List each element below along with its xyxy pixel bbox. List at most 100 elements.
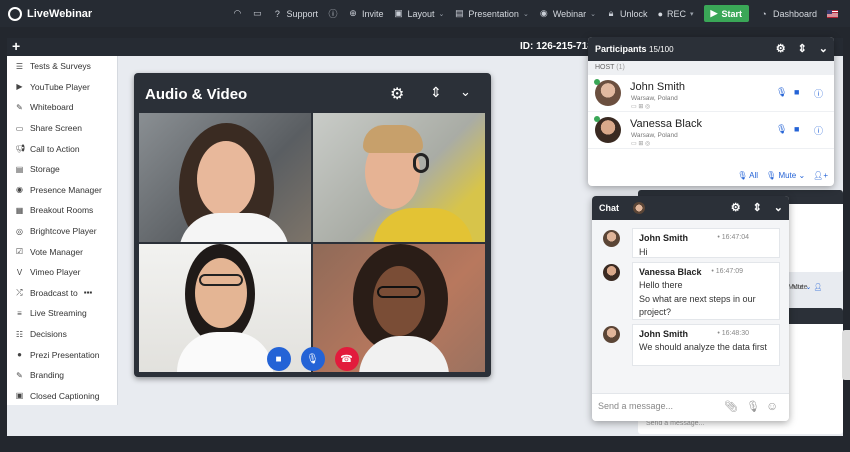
checkbox-icon: ☑	[15, 247, 24, 257]
sidebar-item-label: Whiteboard	[30, 102, 74, 113]
mute-menu[interactable]: 🎙︎ Mute ⌄	[766, 171, 805, 180]
message-bubble: John Smith • 16:47:04 Hi	[632, 228, 780, 258]
dashboard-button[interactable]: ◔ Dashboard	[759, 9, 817, 19]
sidebar-item-prezi-presentation[interactable]: ● Prezi Presentation	[7, 344, 117, 365]
sidebar-item-broadcast-to[interactable]: ⤮ Broadcast to ▪▪▪	[7, 283, 117, 304]
sidebar-item-label: Decisions	[30, 329, 67, 340]
chevron-down-icon[interactable]: ⌄	[819, 42, 828, 55]
app-logo[interactable]: LiveWebinar	[8, 6, 92, 21]
sidebar-item-decisions[interactable]: ☷ Decisions	[7, 324, 117, 345]
sidebar-item-label: Storage	[30, 164, 60, 175]
list-icon: ≡	[17, 308, 22, 318]
chevron-down-icon[interactable]: ⌄	[460, 84, 471, 100]
hang-up-button[interactable]: ☎︎	[334, 347, 359, 371]
wifi-button[interactable]: ◠	[232, 8, 242, 19]
attach-icon[interactable]: 📎︎	[724, 400, 738, 413]
video-camera-icon[interactable]: ■	[794, 87, 799, 97]
unlock-button[interactable]: 🔒︎ Unlock	[606, 8, 648, 19]
microphone-icon[interactable]: 🎙︎	[776, 87, 787, 98]
grid-icon: ▦	[15, 205, 24, 215]
sidebar-item-vimeo-player[interactable]: V Vimeo Player	[7, 262, 117, 283]
layout-menu[interactable]: ▣ Layout ⌄	[393, 8, 444, 19]
brush-icon: ✎	[16, 370, 23, 380]
pin-icon[interactable]: ⇕	[753, 201, 762, 214]
eye-icon: ◉	[16, 185, 23, 195]
prezi-icon: ●	[17, 350, 22, 360]
message-bubble: Vanessa Black • 16:47:09 Hello there So …	[632, 262, 780, 320]
sidebar-item-label: Call to Action	[30, 143, 80, 154]
camera-toggle-button[interactable]: ■	[266, 347, 291, 371]
info-icon[interactable]: ⓘ	[814, 124, 823, 137]
pin-icon[interactable]: ⇕	[430, 84, 442, 101]
webinar-menu[interactable]: ◉ Webinar ⌄	[539, 8, 597, 19]
info-icon[interactable]: ⓘ	[814, 87, 823, 100]
mute-all-button[interactable]: 🎙︎ All	[737, 171, 758, 180]
sidebar-item-call-to-action[interactable]: 📢︎ Call to Action	[7, 138, 117, 159]
lock-icon: 🔒︎	[608, 8, 614, 18]
av-title: Audio & Video	[145, 86, 248, 103]
pin-icon[interactable]: ⇕	[798, 42, 807, 55]
sidebar-item-storage[interactable]: ▤ Storage	[7, 159, 117, 180]
start-button[interactable]: ▶ Start	[703, 5, 749, 22]
gear-icon[interactable]: ⚙	[776, 42, 786, 55]
sidebar-item-label: YouTube Player	[30, 81, 90, 92]
emoji-icon[interactable]: ☺	[766, 399, 778, 413]
shuffle-icon: ⤮	[16, 287, 23, 297]
webinar-icon: ◉	[539, 8, 548, 18]
participant-face	[197, 141, 255, 217]
chat-panel: Chat ⚙ ⇕ ⌄ John Smith • 16:47:04 Hi Vane…	[592, 196, 789, 421]
sidebar-item-label: Share Screen	[30, 123, 82, 134]
list-check-icon: ☰	[15, 61, 24, 71]
video-camera-icon[interactable]: ■	[794, 124, 799, 134]
sidebar-item-share-screen[interactable]: ▭ Share Screen	[7, 118, 117, 139]
sidebar-item-live-streaming[interactable]: ≡ Live Streaming	[7, 303, 117, 324]
sidebar-item-tests-surveys[interactable]: ☰ Tests & Surveys	[7, 56, 117, 77]
message-text: Hi	[639, 247, 648, 257]
sidebar-item-closed-captioning[interactable]: ▣ Closed Captioning	[7, 386, 117, 407]
sidebar-item-whiteboard[interactable]: ✎ Whiteboard	[7, 97, 117, 118]
gear-icon[interactable]: ⚙	[390, 84, 404, 104]
chevron-down-icon: ⌄	[522, 10, 529, 18]
gear-icon[interactable]: ⚙	[731, 201, 741, 214]
sidebar-item-youtube-player[interactable]: ▶ YouTube Player	[7, 77, 117, 98]
sidebar-item-label: Tests & Surveys	[30, 61, 91, 72]
presentation-menu[interactable]: ▤ Presentation ⌄	[454, 8, 529, 19]
participant-name: Vanessa Black	[630, 118, 702, 130]
chat-input-bar: 📎︎ 🎙︎ ☺	[592, 393, 789, 421]
sidebar-item-breakout-rooms[interactable]: ▦ Breakout Rooms	[7, 200, 117, 221]
participants-count: 15/100	[649, 44, 674, 54]
chevron-down-icon: ⌄	[590, 10, 597, 18]
video-tile[interactable]	[313, 113, 485, 242]
add-user-icon[interactable]: 👤︎+	[813, 171, 828, 180]
sidebar-item-label: Presence Manager	[30, 184, 102, 195]
sidebar-item-branding[interactable]: ✎ Branding	[7, 365, 117, 386]
layout-icon: ▣	[394, 8, 403, 18]
audio-video-window: Audio & Video ⚙ ⇕ ⌄ ■ 🎙︎ ☎︎	[134, 73, 491, 377]
chevron-down-icon[interactable]: ⌄	[774, 201, 783, 214]
support-button[interactable]: ? Support	[272, 9, 318, 19]
sidebar-item-vote-manager[interactable]: ☑ Vote Manager	[7, 241, 117, 262]
us-flag-icon[interactable]	[827, 9, 838, 18]
microphone-toggle-button[interactable]: 🎙︎	[300, 347, 325, 371]
participant-row[interactable]: Vanessa Black Warsaw, Poland ▭ ⊞ ◎ 🎙︎ ■ …	[588, 112, 834, 149]
sidebar-item-label: Prezi Presentation	[30, 349, 100, 360]
sidebar-item-label: Branding	[30, 370, 65, 381]
video-tile[interactable]	[139, 113, 311, 242]
rec-menu[interactable]: ● REC ▾	[658, 9, 694, 19]
message-bubble: John Smith • 16:48:30 We should analyze …	[632, 324, 780, 366]
microphone-icon[interactable]: 🎙︎	[746, 400, 760, 413]
invite-button[interactable]: ⊕ Invite	[348, 8, 383, 19]
microphone-icon: 🎙︎	[306, 353, 319, 365]
sidebar-item-presence-manager[interactable]: ◉ Presence Manager	[7, 180, 117, 201]
megaphone-icon: 📢︎	[15, 144, 26, 154]
participant-row[interactable]: John Smith Warsaw, Poland ▭ ⊞ ◎ 🎙︎ ■ ⓘ	[588, 75, 834, 112]
side-tab[interactable]	[842, 330, 850, 380]
add-icon[interactable]: +	[12, 38, 20, 54]
chat-message-input[interactable]	[598, 401, 718, 411]
info-button[interactable]: ⓘ	[328, 9, 338, 19]
call-controls: ■ 🎙︎ ☎︎	[134, 347, 491, 371]
display-button[interactable]: ▭	[252, 8, 262, 19]
microphone-icon[interactable]: 🎙︎	[776, 124, 787, 135]
caret-down-icon: ▾	[690, 10, 694, 18]
sidebar-item-brightcove-player[interactable]: ◎ Brightcove Player	[7, 221, 117, 242]
